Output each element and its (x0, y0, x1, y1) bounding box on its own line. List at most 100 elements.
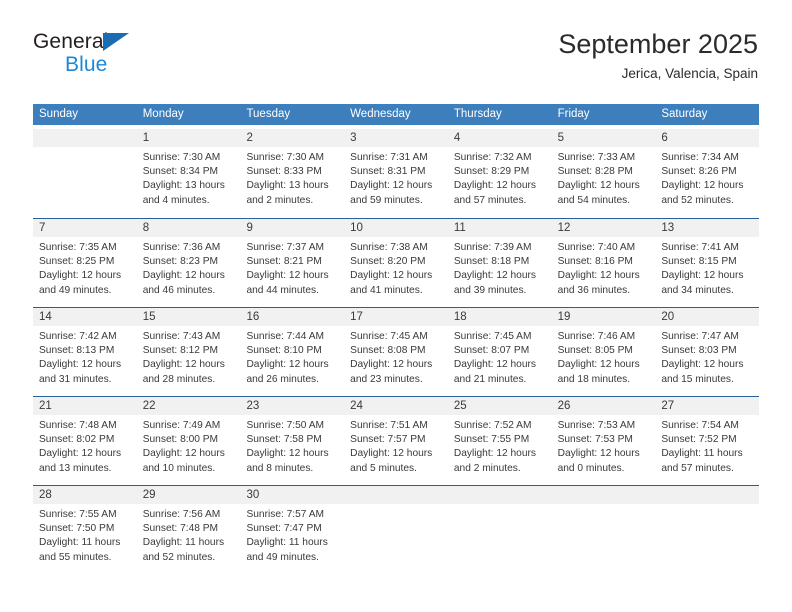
day-cell-13[interactable]: 13 Sunrise: 7:41 AM Sunset: 8:15 PM Dayligh… (655, 219, 760, 307)
daylight-text: Daylight: 12 hours (453, 359, 536, 371)
daylight-text: Daylight: 12 hours (661, 359, 744, 371)
week-row: 14 Sunrise: 7:42 AM Sunset: 8:13 PM Dayligh… (33, 307, 760, 396)
sunrise-text: Sunrise: 7:45 AM (350, 331, 428, 342)
day-cell-11[interactable]: 11 Sunrise: 7:39 AM Sunset: 8:18 PM Dayligh… (447, 219, 552, 307)
daylight-text: Daylight: 12 hours (246, 448, 329, 460)
weekday-header-thursday: Thursday (453, 108, 502, 120)
day-number: 17 (350, 311, 363, 323)
day-cell-23[interactable]: 23 Sunrise: 7:50 AM Sunset: 7:58 PM Dayligh… (240, 397, 345, 485)
sunrise-text: Sunrise: 7:43 AM (142, 331, 221, 342)
day-cell-26[interactable]: 26 Sunrise: 7:53 AM Sunset: 7:53 PM Dayligh… (551, 397, 656, 485)
day-number: 15 (142, 311, 156, 323)
sunset-text: Sunset: 8:18 PM (453, 256, 530, 268)
sunset-text: Sunset: 8:23 PM (142, 256, 219, 268)
daylight-text: Daylight: 12 hours (557, 180, 640, 192)
day-number-band: 9 (240, 219, 345, 237)
daylight-text-cont: and 57 minutes. (661, 462, 734, 474)
day-cell-5[interactable]: 5 Sunrise: 7:33 AM Sunset: 8:28 PM Daylight… (551, 129, 656, 218)
daylight-text: Daylight: 12 hours (350, 359, 433, 371)
day-number-band: 28 (33, 486, 137, 504)
week-row: 1 Sunrise: 7:30 AM Sunset: 8:34 PM Daylight… (33, 129, 760, 218)
sunset-text: Sunset: 8:02 PM (39, 434, 115, 446)
day-number-band: 30 (240, 486, 345, 504)
day-cell-2[interactable]: 2 Sunrise: 7:30 AM Sunset: 8:33 PM Daylight… (240, 129, 345, 218)
day-cell-10[interactable]: 10 Sunrise: 7:38 AM Sunset: 8:20 PM Dayligh… (344, 219, 448, 307)
daylight-text-cont: and 46 minutes. (142, 284, 216, 296)
day-cell-18[interactable]: 18 Sunrise: 7:45 AM Sunset: 8:07 PM Dayligh… (447, 308, 552, 396)
day-cell-17[interactable]: 17 Sunrise: 7:45 AM Sunset: 8:08 PM Dayligh… (344, 308, 448, 396)
sunset-text: Sunset: 7:50 PM (39, 523, 115, 535)
daylight-text-cont: and 26 minutes. (246, 373, 319, 385)
sunset-text: Sunset: 8:13 PM (39, 345, 115, 357)
day-cell-4[interactable]: 4 Sunrise: 7:32 AM Sunset: 8:29 PM Daylight… (447, 129, 552, 218)
day-number-band: 23 (240, 397, 345, 415)
day-details: Sunrise: 7:45 AM Sunset: 8:07 PM Daylight:… (448, 326, 552, 387)
sunrise-text: Sunrise: 7:48 AM (39, 420, 117, 431)
logo-word-blue: Blue (65, 53, 108, 76)
daylight-text-cont: and 4 minutes. (142, 194, 210, 206)
week-row: 7 Sunrise: 7:35 AM Sunset: 8:25 PM Daylight… (33, 218, 760, 307)
weekday-header-sunday: Sunday (39, 108, 79, 120)
day-details: Sunrise: 7:30 AM Sunset: 8:34 PM Daylight:… (137, 147, 241, 208)
daylight-text: Daylight: 12 hours (350, 448, 433, 460)
day-number-band: 16 (240, 308, 345, 326)
day-number-band: 12 (551, 219, 656, 237)
daylight-text: Daylight: 11 hours (246, 537, 328, 549)
day-cell-27[interactable]: 27 Sunrise: 7:54 AM Sunset: 7:52 PM Dayligh… (655, 397, 760, 485)
sunrise-text: Sunrise: 7:38 AM (350, 242, 428, 253)
daylight-text: Daylight: 12 hours (453, 270, 536, 282)
title-block: September 2025 Jerica, Valencia, Spain (558, 28, 758, 84)
day-number: 28 (39, 489, 52, 501)
day-cell-20[interactable]: 20 Sunrise: 7:47 AM Sunset: 8:03 PM Dayligh… (655, 308, 760, 396)
weekday-header-saturday: Saturday (661, 108, 708, 120)
page-header: General Blue September 2025 Jerica, Vale… (33, 28, 758, 94)
day-number-band: 25 (447, 397, 552, 415)
day-cell-22[interactable]: 22 Sunrise: 7:49 AM Sunset: 8:00 PM Dayligh… (136, 397, 241, 485)
day-number-band: 14 (33, 308, 137, 326)
day-cell-1[interactable]: 1 Sunrise: 7:30 AM Sunset: 8:34 PM Daylight… (136, 129, 241, 218)
logo-text-general: General (33, 30, 213, 53)
sunrise-text: Sunrise: 7:30 AM (246, 152, 325, 163)
day-cell-24[interactable]: 24 Sunrise: 7:51 AM Sunset: 7:57 PM Dayligh… (344, 397, 448, 485)
day-cell-7[interactable]: 7 Sunrise: 7:35 AM Sunset: 8:25 PM Daylight… (33, 219, 137, 307)
day-cell-6[interactable]: 6 Sunrise: 7:34 AM Sunset: 8:26 PM Daylight… (655, 129, 760, 218)
sunset-text: Sunset: 8:33 PM (246, 166, 322, 178)
day-cell-3[interactable]: 3 Sunrise: 7:31 AM Sunset: 8:31 PM Daylight… (344, 129, 448, 218)
sunset-text: Sunset: 8:03 PM (661, 345, 737, 357)
day-cell-29[interactable]: 29 Sunrise: 7:56 AM Sunset: 7:48 PM Dayligh… (136, 486, 241, 574)
day-number-band: 1 (136, 129, 241, 147)
day-details: Sunrise: 7:57 AM Sunset: 7:47 PM Daylight:… (240, 504, 344, 565)
day-cell-12[interactable]: 12 Sunrise: 7:40 AM Sunset: 8:16 PM Dayligh… (551, 219, 656, 307)
day-number-band: 2 (240, 129, 345, 147)
daylight-text-cont: and 2 minutes. (246, 194, 314, 206)
day-cell-16[interactable]: 16 Sunrise: 7:44 AM Sunset: 8:10 PM Dayligh… (240, 308, 345, 396)
day-number-band: 22 (136, 397, 241, 415)
triangle-icon (103, 33, 129, 51)
day-cell-14[interactable]: 14 Sunrise: 7:42 AM Sunset: 8:13 PM Dayligh… (33, 308, 137, 396)
day-cell-28[interactable]: 28 Sunrise: 7:55 AM Sunset: 7:50 PM Dayligh… (33, 486, 137, 574)
daylight-text: Daylight: 11 hours (142, 537, 225, 549)
day-number-band (33, 129, 137, 147)
day-cell-8[interactable]: 8 Sunrise: 7:36 AM Sunset: 8:23 PM Daylight… (136, 219, 241, 307)
day-cell-21[interactable]: 21 Sunrise: 7:48 AM Sunset: 8:02 PM Dayligh… (33, 397, 137, 485)
day-number: 12 (557, 222, 571, 234)
day-cell-9[interactable]: 9 Sunrise: 7:37 AM Sunset: 8:21 PM Daylight… (240, 219, 345, 307)
daylight-text: Daylight: 12 hours (39, 270, 122, 282)
daylight-text-cont: and 28 minutes. (142, 373, 216, 385)
day-cell-30[interactable]: 30 Sunrise: 7:57 AM Sunset: 7:47 PM Dayligh… (240, 486, 345, 574)
sunrise-text: Sunrise: 7:56 AM (142, 509, 221, 520)
sunset-text: Sunset: 7:53 PM (557, 434, 633, 446)
day-cell-19[interactable]: 19 Sunrise: 7:46 AM Sunset: 8:05 PM Dayligh… (551, 308, 656, 396)
day-cell-15[interactable]: 15 Sunrise: 7:43 AM Sunset: 8:12 PM Dayligh… (136, 308, 241, 396)
day-details: Sunrise: 7:54 AM Sunset: 7:52 PM Daylight:… (655, 415, 759, 476)
daylight-text: Daylight: 12 hours (453, 180, 536, 192)
day-cell-empty (447, 486, 552, 574)
daylight-text-cont: and 34 minutes. (661, 284, 734, 296)
sunset-text: Sunset: 8:20 PM (350, 256, 426, 268)
day-details: Sunrise: 7:34 AM Sunset: 8:26 PM Daylight:… (655, 147, 759, 208)
day-cell-25[interactable]: 25 Sunrise: 7:52 AM Sunset: 7:55 PM Dayligh… (447, 397, 552, 485)
day-number: 24 (350, 400, 363, 412)
daylight-text: Daylight: 13 hours (246, 180, 329, 192)
daylight-text-cont: and 36 minutes. (557, 284, 631, 296)
sunset-text: Sunset: 8:25 PM (39, 256, 115, 268)
